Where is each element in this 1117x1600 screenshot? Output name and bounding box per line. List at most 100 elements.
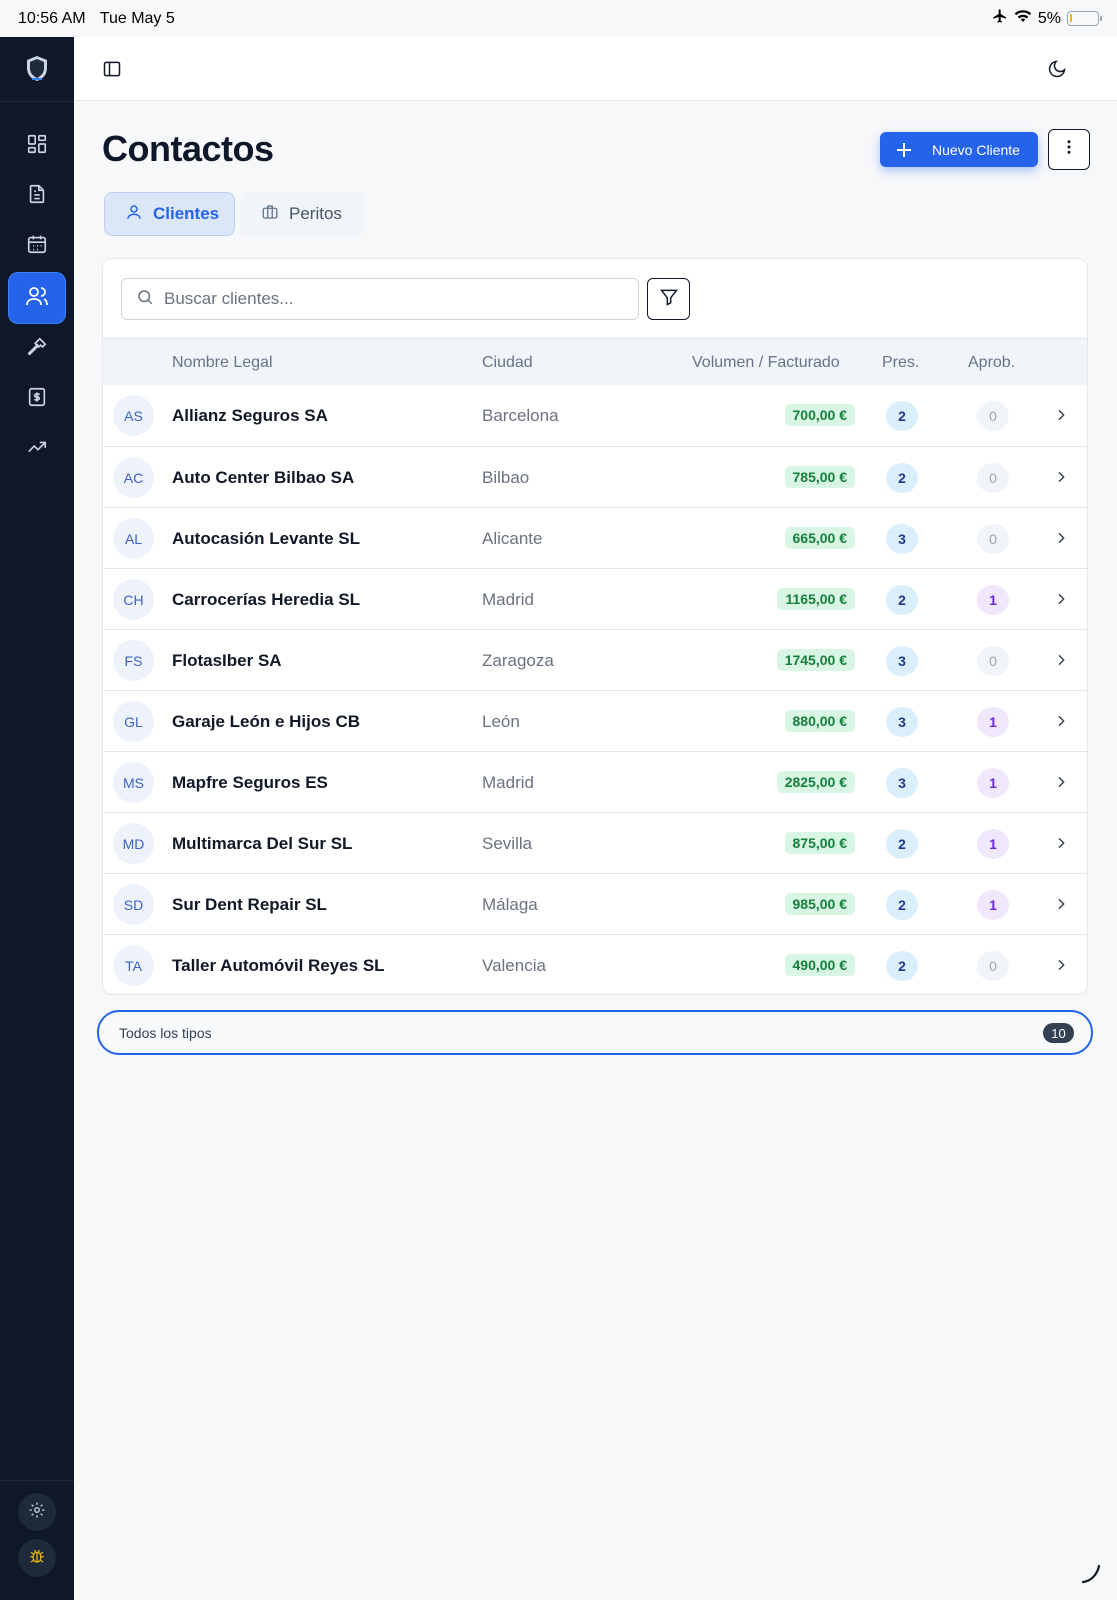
- sidebar-item-contacts[interactable]: [9, 273, 65, 323]
- chevron-right-icon[interactable]: [1053, 652, 1069, 673]
- tab-clientes[interactable]: Clientes: [104, 192, 235, 236]
- avatar: SD: [113, 884, 154, 925]
- chevron-right-icon[interactable]: [1053, 835, 1069, 856]
- search-input[interactable]: Buscar clientes...: [121, 278, 639, 320]
- aprob-count-badge: 0: [977, 646, 1009, 676]
- resize-handle-icon: [1079, 1561, 1103, 1590]
- aprob-count-badge: 1: [977, 768, 1009, 798]
- volume-badge: 1745,00 €: [776, 649, 855, 671]
- table-row[interactable]: CH Carrocerías Heredia SL Madrid 1165,00 € 2…: [103, 568, 1087, 629]
- table-row[interactable]: TA Taller Automóvil Reyes SL Valencia 490,0…: [103, 934, 1087, 994]
- sidebar-toggle-button[interactable]: [102, 59, 122, 84]
- aprob-count-badge: 0: [977, 951, 1009, 981]
- pres-count-badge: 2: [886, 401, 918, 431]
- table-row[interactable]: AL Autocasión Levante SL Alicante 665,00 € 3…: [103, 507, 1087, 568]
- aprob-count-badge: 0: [977, 524, 1009, 554]
- document-icon: [26, 183, 48, 210]
- pres-count-badge: 3: [886, 524, 918, 554]
- sidebar-item-invoices[interactable]: [9, 374, 65, 424]
- table-row[interactable]: AS Allianz Seguros SA Barcelona 700,00 € 2 0: [103, 385, 1087, 446]
- type-filter-label: Todos los tipos: [119, 1024, 212, 1041]
- table-row[interactable]: GL Garaje León e Hijos CB León 880,00 € 3 1: [103, 690, 1087, 751]
- calendar-icon: [26, 233, 48, 260]
- chevron-right-icon[interactable]: [1053, 957, 1069, 978]
- sidebar-item-dashboard[interactable]: [9, 121, 65, 171]
- chevron-right-icon[interactable]: [1053, 774, 1069, 795]
- avatar: FS: [113, 640, 154, 681]
- avatar: MD: [113, 823, 154, 864]
- sidebar-item-calendar[interactable]: [9, 221, 65, 271]
- client-name: FlotasIber SA: [172, 651, 282, 670]
- pres-count-badge: 2: [886, 951, 918, 981]
- count-badge: 10: [1043, 1023, 1074, 1043]
- debug-button[interactable]: [18, 1539, 56, 1577]
- status-date: Tue May 5: [99, 9, 175, 27]
- aprob-count-badge: 1: [977, 829, 1009, 859]
- client-city: Alicante: [482, 529, 543, 548]
- table-body: AS Allianz Seguros SA Barcelona 700,00 €2 0 A…: [103, 385, 1087, 994]
- contact-tabs: Clientes Peritos: [104, 192, 365, 237]
- client-name: Carrocerías Heredia SL: [172, 590, 361, 609]
- sidebar: [0, 37, 74, 1600]
- pres-count-badge: 3: [886, 707, 918, 737]
- avatar: AS: [113, 395, 154, 436]
- search-icon: [136, 288, 164, 311]
- volume-badge: 785,00 €: [784, 466, 855, 488]
- settings-button[interactable]: [18, 1493, 56, 1531]
- plus-icon: [896, 142, 912, 158]
- column-pres[interactable]: Pres.: [882, 354, 919, 372]
- column-ciudad[interactable]: Ciudad: [482, 354, 533, 372]
- client-city: Madrid: [482, 773, 534, 792]
- volume-badge: 985,00 €: [784, 893, 855, 915]
- volume-badge: 490,00 €: [784, 954, 855, 976]
- volume-badge: 2825,00 €: [776, 771, 855, 793]
- users-icon: [25, 284, 49, 313]
- filter-icon: [659, 287, 679, 312]
- chevron-right-icon[interactable]: [1053, 469, 1069, 490]
- avatar: AC: [113, 457, 154, 498]
- chevron-right-icon[interactable]: [1053, 896, 1069, 917]
- volume-badge: 1165,00 €: [777, 588, 855, 610]
- table-row[interactable]: FS FlotasIber SA Zaragoza 1745,00 € 3 0: [103, 629, 1087, 690]
- pres-count-badge: 2: [886, 890, 918, 920]
- column-aprob[interactable]: Aprob.: [968, 354, 1015, 372]
- chevron-right-icon[interactable]: [1053, 530, 1069, 551]
- more-vertical-icon: [1060, 138, 1078, 161]
- chevron-right-icon[interactable]: [1053, 713, 1069, 734]
- sidebar-item-reports[interactable]: [9, 424, 65, 474]
- column-volumen[interactable]: Volumen / Facturado: [692, 354, 840, 372]
- client-city: Valencia: [482, 956, 546, 975]
- more-options-button[interactable]: [1048, 129, 1090, 170]
- tab-peritos-label: Peritos: [289, 204, 342, 223]
- sidebar-item-documents[interactable]: [9, 171, 65, 221]
- chevron-right-icon[interactable]: [1053, 591, 1069, 612]
- volume-badge: 875,00 €: [784, 832, 855, 854]
- type-filter-select[interactable]: Todos los tipos 10: [97, 1010, 1093, 1055]
- top-bar: [74, 37, 1117, 101]
- status-bar: 10:56 AM Tue May 5 5%: [0, 0, 1117, 37]
- wifi-icon: [1014, 9, 1032, 28]
- filter-button[interactable]: [647, 278, 690, 320]
- table-header: Nombre Legal Ciudad Volumen / Facturado …: [103, 338, 1087, 385]
- client-name: Sur Dent Repair SL: [172, 895, 327, 914]
- sidebar-item-repairs[interactable]: [9, 324, 65, 374]
- client-city: Madrid: [482, 590, 534, 609]
- chevron-right-icon[interactable]: [1053, 407, 1069, 428]
- airplane-icon: [992, 8, 1008, 29]
- aprob-count-badge: 1: [977, 890, 1009, 920]
- avatar: GL: [113, 701, 154, 742]
- table-row[interactable]: MS Mapfre Seguros ES Madrid 2825,00 € 3 1: [103, 751, 1087, 812]
- column-nombre[interactable]: Nombre Legal: [172, 354, 273, 372]
- aprob-count-badge: 1: [977, 707, 1009, 737]
- table-row[interactable]: SD Sur Dent Repair SL Málaga 985,00 € 2 1: [103, 873, 1087, 934]
- avatar: MS: [113, 762, 154, 803]
- theme-toggle-button[interactable]: [1047, 59, 1067, 84]
- table-row[interactable]: MD Multimarca Del Sur SL Sevilla 875,00 € 2 1: [103, 812, 1087, 873]
- shield-logo-icon[interactable]: [0, 37, 74, 102]
- new-client-button[interactable]: Nuevo Cliente: [880, 132, 1038, 167]
- table-row[interactable]: AC Auto Center Bilbao SA Bilbao 785,00 € 2 0: [103, 446, 1087, 507]
- status-time: 10:56 AM: [18, 9, 86, 27]
- tab-peritos[interactable]: Peritos: [241, 192, 365, 236]
- aprob-count-badge: 1: [977, 585, 1009, 615]
- client-name: Garaje León e Hijos CB: [172, 712, 360, 731]
